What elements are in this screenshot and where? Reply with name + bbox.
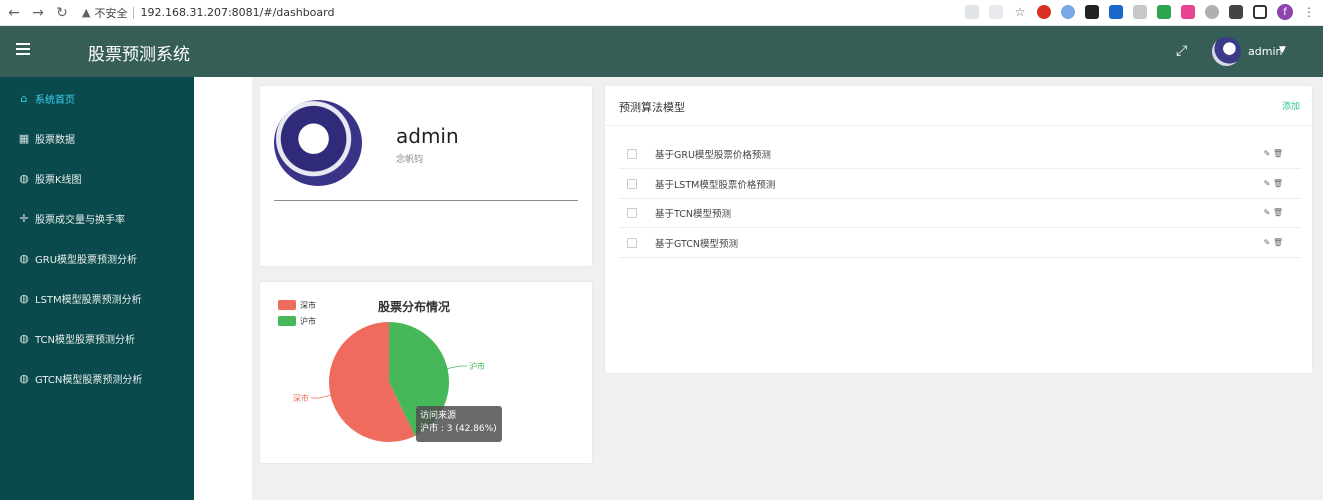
sidebar-item[interactable]: ◍ 股票K线图 <box>0 158 194 198</box>
sidebar-item-label: GTCN模型股票预测分析 <box>35 374 143 386</box>
app-title: 股票预测系统 <box>88 45 190 65</box>
slice-label-line <box>310 394 331 399</box>
chart-icon: ◍ <box>19 371 29 385</box>
extension-icon[interactable] <box>1157 5 1171 19</box>
row-checkbox[interactable] <box>627 178 637 189</box>
chart-title: 股票分布情况 <box>378 300 451 314</box>
chart-icon: ◍ <box>19 331 29 345</box>
sidebar-item-label: LSTM模型股票预测分析 <box>35 294 142 306</box>
chevron-down-icon[interactable]: ▼ <box>1279 45 1286 55</box>
warning-icon: ▲ <box>82 6 91 19</box>
list-item: 基于GTCN模型预测 ✎ 🗑 <box>619 229 1301 258</box>
row-checkbox[interactable] <box>627 208 637 218</box>
more-icon[interactable]: ⋮ <box>1303 5 1315 19</box>
row-checkbox[interactable] <box>627 237 637 248</box>
puzzle-icon[interactable] <box>1229 5 1243 19</box>
model-card-header: 预测算法模型 添加 <box>605 86 1312 126</box>
legend-swatch <box>278 300 296 310</box>
row-label: 基于GTCN模型预测 <box>655 238 739 250</box>
forward-icon[interactable]: → <box>28 3 48 23</box>
content-gutter <box>194 77 252 500</box>
app-header: 股票预测系统 ⤢ admin ▼ <box>0 26 1323 77</box>
row-checkbox[interactable] <box>627 149 637 159</box>
address-separator <box>133 6 135 19</box>
avatar <box>274 100 362 186</box>
extension-icon[interactable] <box>1085 5 1099 19</box>
url-text[interactable]: 192.168.31.207:8081/#/dashboard <box>140 6 334 19</box>
sidebar-item-label: GRU模型股票预测分析 <box>35 254 138 266</box>
extension-icon[interactable] <box>1181 5 1195 19</box>
row-actions[interactable]: ✎ 🗑 <box>1264 179 1283 188</box>
star-icon[interactable]: ☆ <box>1013 5 1027 19</box>
list-item: 基于TCN模型预测 ✎ 🗑 <box>619 199 1301 228</box>
extension-icon[interactable] <box>1133 5 1147 19</box>
row-actions[interactable]: ✎ 🗑 <box>1264 238 1283 247</box>
chart-card: 沪市 深市 深市 沪市 股票分布情况 访问来源 沪市 : 3 (42.86%) <box>260 282 592 463</box>
row-label: 基于LSTM模型股票价格预测 <box>655 179 776 191</box>
sidebar-item[interactable]: ◍ TCN模型股票预测分析 <box>0 318 194 358</box>
sidebar-item[interactable]: ◍ LSTM模型股票预测分析 <box>0 278 194 318</box>
slice-label-line <box>447 365 468 370</box>
row-actions[interactable]: ✎ 🗑 <box>1264 149 1283 158</box>
sidebar: ⌂ 系统首页 ▦ 股票数据 ◍ 股票K线图 ✛ 股票成交量与换手率 ◍ GRU模型股票预测分析 ◍ L… <box>0 77 194 500</box>
model-card-title: 预测算法模型 <box>619 101 685 114</box>
sidebar-item[interactable]: ⌂ 系统首页 <box>0 78 194 118</box>
chart-icon: ◍ <box>19 291 29 305</box>
grid-icon: ▦ <box>18 131 30 145</box>
model-card: 预测算法模型 添加 基于GRU模型股票价格预测 ✎ 🗑 基于LSTM模型股票价格预测… <box>605 86 1312 373</box>
list-item: 基于GRU模型股票价格预测 ✎ 🗑 <box>619 140 1301 169</box>
address-bar[interactable]: ▲ 不安全 192.168.31.207:8081/#/dashboard <box>82 3 334 23</box>
chart-legend: 深市 沪市 <box>278 298 316 330</box>
profile-name: admin <box>396 124 459 148</box>
home-icon: ⌂ <box>20 91 28 105</box>
back-icon[interactable]: ← <box>4 3 24 23</box>
tooltip-text: 沪市 : 3 (42.86%) <box>420 424 497 434</box>
extension-icon[interactable] <box>1037 5 1051 19</box>
list-item: 基于LSTM模型股票价格预测 ✎ 🗑 <box>619 170 1301 199</box>
profile-card: admin 念帆钧 <box>260 86 592 266</box>
sidebar-item-label: 股票成交量与换手率 <box>35 214 125 226</box>
extension-icons: ☆ f ⋮ <box>965 4 1315 20</box>
chart-tooltip: 访问来源 沪市 : 3 (42.86%) <box>416 406 502 442</box>
sidepanel-icon[interactable] <box>1253 5 1267 19</box>
extension-icon[interactable] <box>1109 5 1123 19</box>
tooltip-title: 访问来源 <box>420 411 457 421</box>
legend-label: 沪市 <box>300 316 316 326</box>
legend-label: 深市 <box>300 300 316 310</box>
sidebar-item-label: TCN模型股票预测分析 <box>35 334 135 346</box>
chart-icon: ◍ <box>19 251 29 265</box>
row-label: 基于GRU模型股票价格预测 <box>655 150 771 161</box>
share-icon[interactable] <box>989 5 1003 19</box>
menu-toggle-icon[interactable] <box>16 43 30 55</box>
move-icon: ✛ <box>19 211 29 225</box>
slice-label: 深市 <box>293 393 309 403</box>
username[interactable]: admin <box>1248 45 1282 58</box>
legend-item[interactable]: 沪市 <box>278 314 316 328</box>
sidebar-item-label: 系统首页 <box>35 94 75 106</box>
extension-icon[interactable] <box>1205 5 1219 19</box>
translate-icon[interactable] <box>965 5 979 19</box>
row-actions[interactable]: ✎ 🗑 <box>1264 208 1283 217</box>
fullscreen-icon[interactable]: ⤢ <box>1176 43 1187 59</box>
avatar[interactable] <box>1212 37 1241 66</box>
row-label: 基于TCN模型预测 <box>655 209 731 220</box>
chart-icon: ◍ <box>19 171 29 185</box>
add-button[interactable]: 添加 <box>1282 99 1300 112</box>
sidebar-item[interactable]: ▦ 股票数据 <box>0 118 194 158</box>
extension-icon[interactable] <box>1061 5 1075 19</box>
profile-icon[interactable]: f <box>1277 4 1293 20</box>
sidebar-item[interactable]: ◍ GTCN模型股票预测分析 <box>0 358 194 398</box>
legend-item[interactable]: 深市 <box>278 298 316 312</box>
legend-swatch <box>278 316 296 326</box>
profile-subtitle: 念帆钧 <box>396 155 424 165</box>
sidebar-item-label: 股票数据 <box>35 134 75 146</box>
slice-label: 沪市 <box>469 361 485 371</box>
browser-toolbar: ← → ↻ ▲ 不安全 192.168.31.207:8081/#/dashbo… <box>0 0 1323 26</box>
reload-icon[interactable]: ↻ <box>52 3 72 23</box>
sidebar-item-label: 股票K线图 <box>35 174 82 186</box>
sidebar-item[interactable]: ◍ GRU模型股票预测分析 <box>0 238 194 278</box>
sidebar-item[interactable]: ✛ 股票成交量与换手率 <box>0 198 194 238</box>
security-label: 不安全 <box>94 6 128 20</box>
divider <box>274 200 578 201</box>
